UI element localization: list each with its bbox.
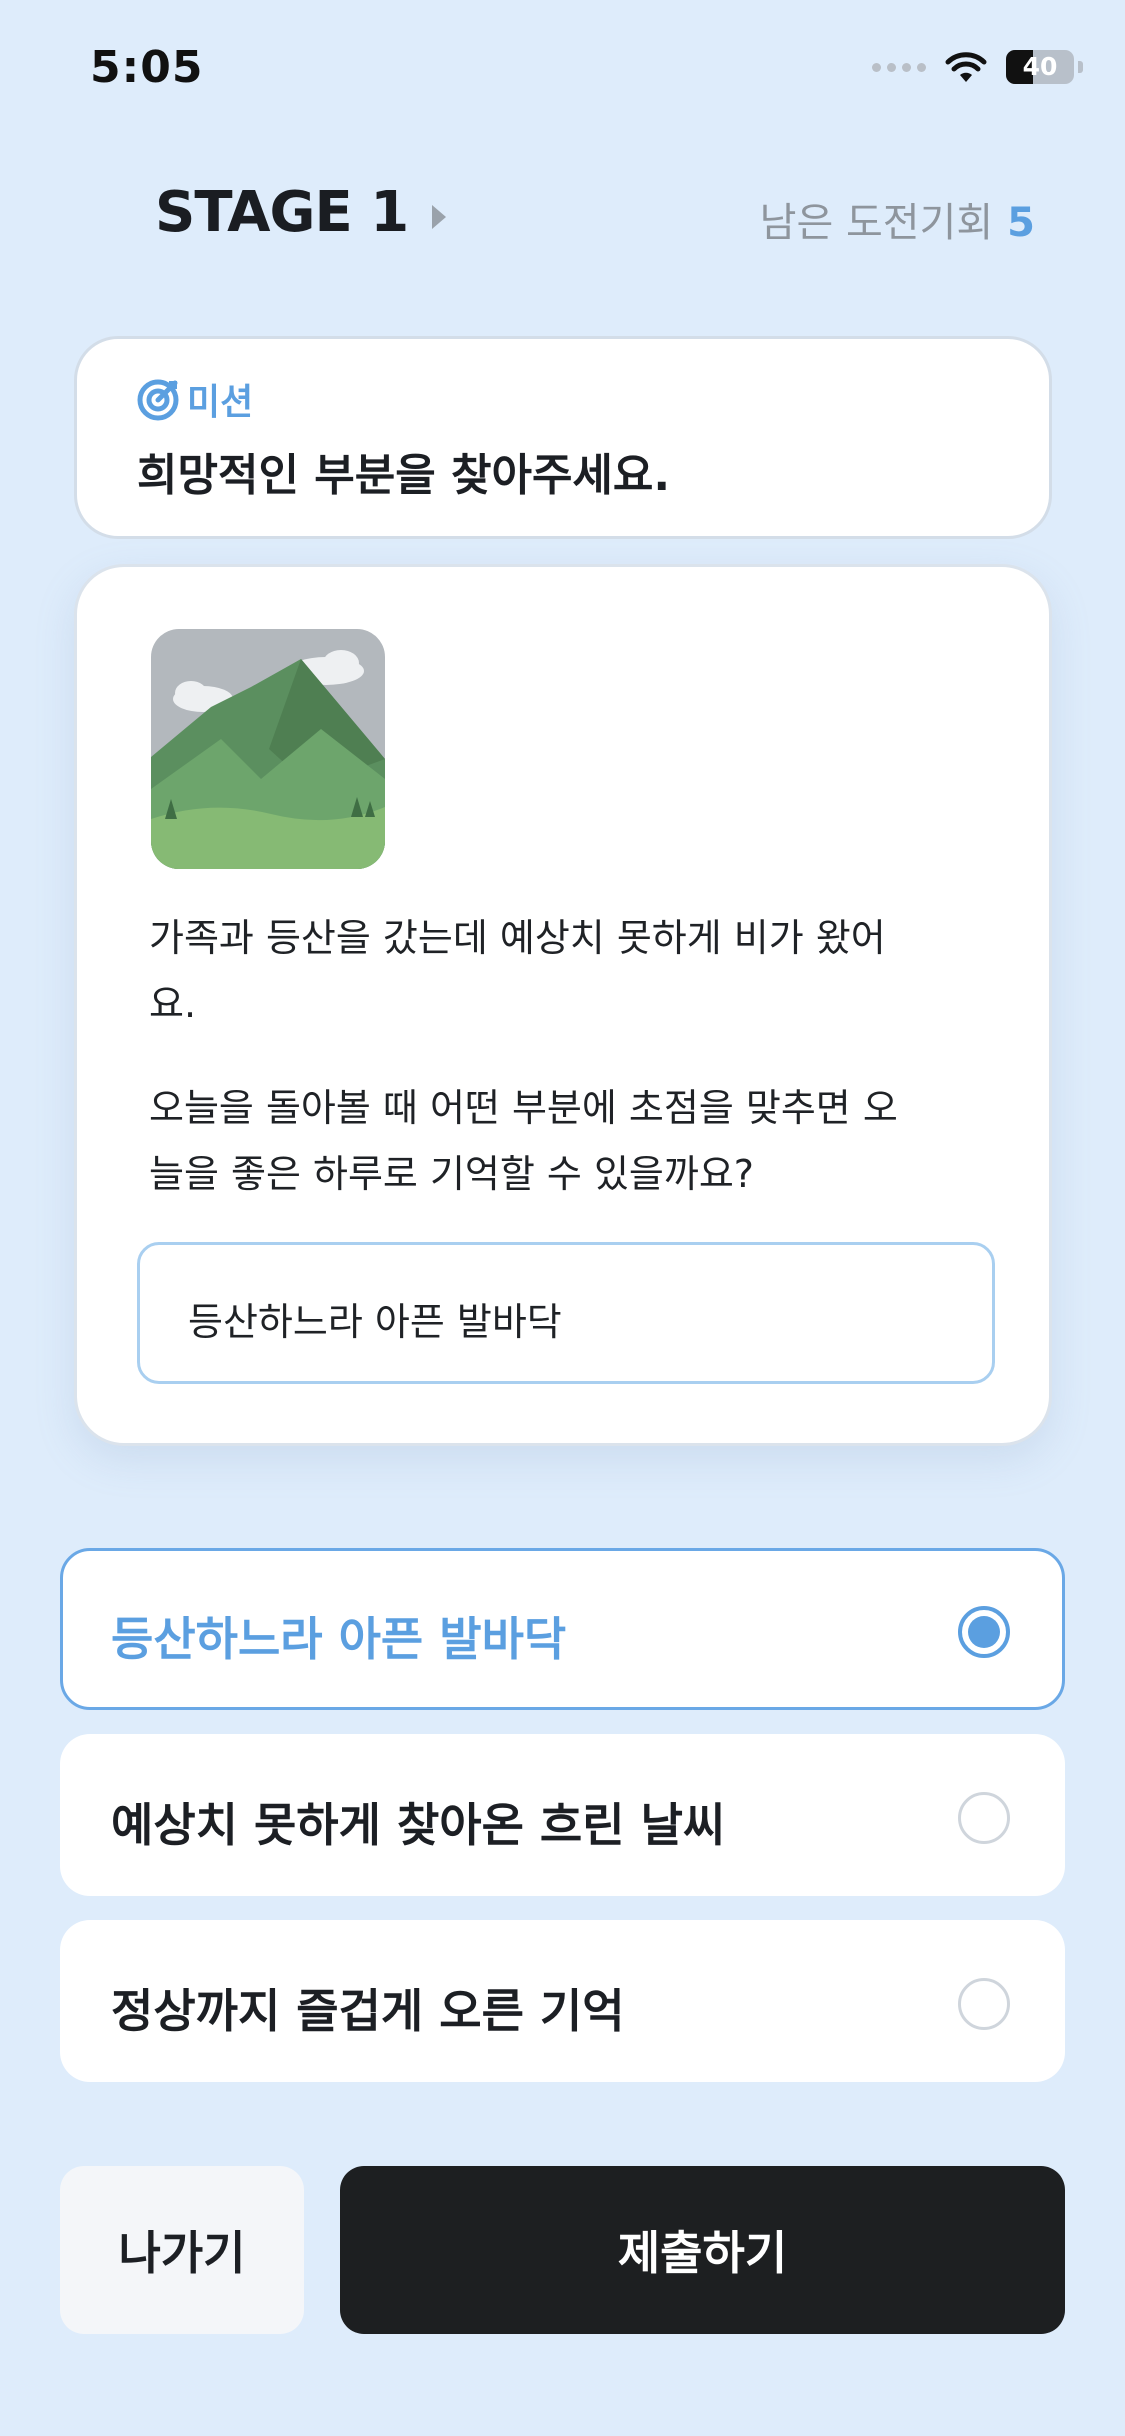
mission-label-text: 미션: [187, 382, 254, 423]
remaining-label: 남은 도전기회: [759, 200, 994, 246]
question-paragraph-2: 오늘을 돌아볼 때 어떤 부분에 초점을 맞추면 오늘을 좋은 하루로 기억할 …: [149, 1086, 898, 1196]
answer-text: 등산하느라 아픈 발바닥: [188, 1300, 562, 1344]
option-1[interactable]: 등산하느라 아픈 발바닥: [60, 1548, 1065, 1710]
wifi-icon: [945, 52, 987, 82]
option-3[interactable]: 정상까지 즐겁게 오른 기억: [60, 1920, 1065, 2082]
target-icon: [137, 379, 179, 421]
battery-level: 40: [1022, 52, 1058, 81]
battery-cap: [1078, 61, 1083, 73]
stage-title: STAGE 1: [155, 180, 409, 245]
mission-card: 미션 희망적인 부분을 찾아주세요.: [74, 336, 1052, 539]
exit-button[interactable]: 나가기: [60, 2166, 304, 2334]
option-2[interactable]: 예상치 못하게 찾아온 흐린 날씨: [60, 1734, 1065, 1896]
question-card: 가족과 등산을 갔는데 예상치 못하게 비가 왔어요. 오늘을 돌아볼 때 어떤…: [74, 564, 1052, 1446]
option-label: 예상치 못하게 찾아온 흐린 날씨: [111, 1798, 726, 1852]
option-label: 등산하느라 아픈 발바닥: [111, 1612, 567, 1666]
answer-field[interactable]: 등산하느라 아픈 발바닥: [137, 1242, 995, 1384]
remaining-count: 5: [1007, 200, 1035, 246]
question-paragraph-1: 가족과 등산을 갔는데 예상치 못하게 비가 왔어요.: [149, 916, 886, 1026]
signal-dots-icon: [872, 62, 926, 72]
radio-unselected-icon[interactable]: [958, 1978, 1010, 2030]
stage-arrow-icon[interactable]: [432, 205, 446, 229]
quiz-screen: 5:05 40 STAGE 1 남은 도전기회 5 미션 희망적인 부분을 찾아…: [0, 0, 1125, 2436]
mission-label: 미션: [137, 373, 253, 425]
battery-icon: 40: [1006, 50, 1074, 84]
option-label: 정상까지 즐겁게 오른 기억: [111, 1984, 625, 2038]
submit-button[interactable]: 제출하기: [340, 2166, 1065, 2334]
mountain-landscape-image: [151, 629, 385, 869]
mission-text: 희망적인 부분을 찾아주세요.: [137, 450, 671, 501]
status-icons: 40: [872, 50, 1083, 84]
status-time: 5:05: [90, 42, 204, 93]
radio-unselected-icon[interactable]: [958, 1792, 1010, 1844]
remaining-chances: 남은 도전기회 5: [760, 190, 1035, 248]
radio-selected-icon[interactable]: [958, 1606, 1010, 1658]
